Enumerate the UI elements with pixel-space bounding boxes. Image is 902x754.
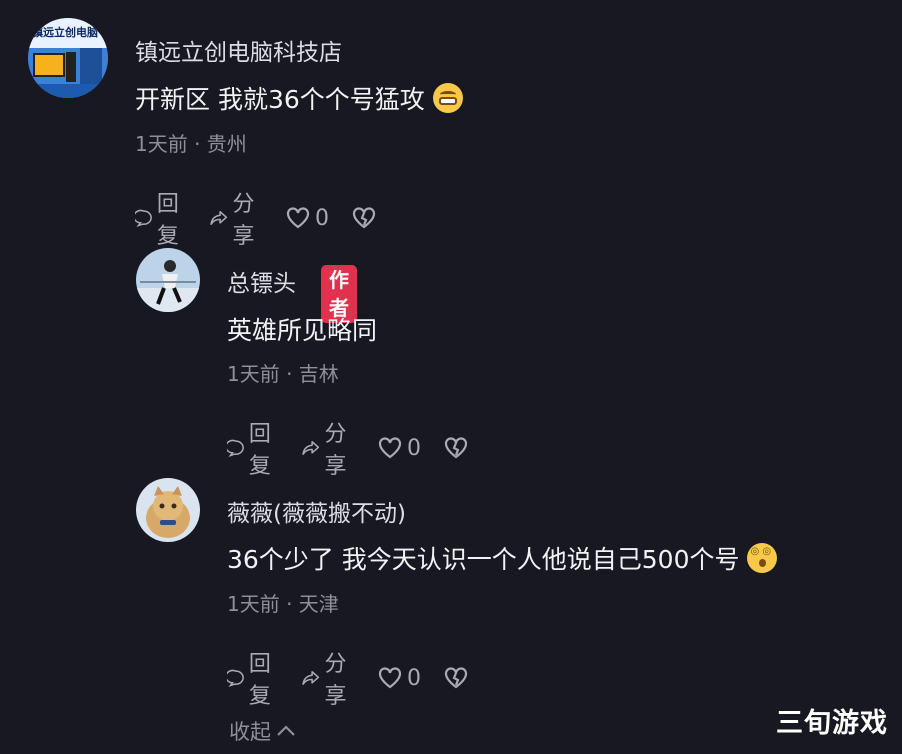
avatar[interactable]: 镇远立创电脑 <box>28 18 108 98</box>
avatar[interactable] <box>136 248 200 312</box>
comment-text-body: 开新区 我就36个个号猛攻 <box>135 85 425 114</box>
broken-heart-icon <box>444 437 468 459</box>
comment-meta: 1天前 · 吉林 <box>227 362 339 386</box>
collapse-label: 收起 <box>229 720 271 744</box>
share-label: 分享 <box>324 652 347 709</box>
reply-label: 回复 <box>248 652 271 709</box>
comment-meta: 1天前 · 贵州 <box>135 132 247 156</box>
username[interactable]: 薇薇(薇薇搬不动) <box>227 494 406 528</box>
comment-actions: 回复 分享 0 <box>135 186 399 250</box>
reply-button[interactable]: 回复 <box>227 416 279 480</box>
heart-icon <box>378 667 402 689</box>
grin-emoji <box>432 83 463 113</box>
share-label: 分享 <box>232 192 255 249</box>
comment-actions: 回复 分享 0 <box>227 416 491 480</box>
share-button[interactable]: 分享 <box>209 186 263 250</box>
comment-text: 36个少了 我今天认识一个人他说自己500个号 <box>227 540 778 576</box>
share-button[interactable]: 分享 <box>301 416 355 480</box>
share-arrow-icon <box>302 670 320 686</box>
chevron-up-icon <box>277 725 295 736</box>
like-count: 0 <box>315 205 330 231</box>
avatar-text: 镇远立创电脑 <box>32 26 98 39</box>
reply-button[interactable]: 回复 <box>135 186 187 250</box>
share-arrow-icon <box>302 440 320 456</box>
like-button[interactable]: 0 <box>285 206 329 231</box>
share-label: 分享 <box>324 422 347 479</box>
dislike-button[interactable] <box>443 436 469 460</box>
comment-bubble-icon <box>135 209 152 228</box>
dizzy-emoji <box>747 543 778 573</box>
share-arrow-icon <box>210 210 228 226</box>
comment-text: 开新区 我就36个个号猛攻 <box>135 80 463 116</box>
username[interactable]: 总镖头 <box>227 264 296 298</box>
heart-icon <box>378 437 402 459</box>
reply-label: 回复 <box>156 192 179 249</box>
like-button[interactable]: 0 <box>377 666 421 691</box>
broken-heart-icon <box>352 207 376 229</box>
like-count: 0 <box>407 665 422 691</box>
dislike-button[interactable] <box>351 206 377 230</box>
comment-bubble-icon <box>227 439 244 458</box>
reply-button[interactable]: 回复 <box>227 646 279 710</box>
comment-meta: 1天前 · 天津 <box>227 592 339 616</box>
avatar[interactable] <box>136 478 200 542</box>
comment-bubble-icon <box>227 669 244 688</box>
dislike-button[interactable] <box>443 666 469 690</box>
share-button[interactable]: 分享 <box>301 646 355 710</box>
comment-text: 英雄所见略同 <box>227 316 378 345</box>
watermark: 三旬游戏 <box>776 708 888 739</box>
comment-text-body: 36个少了 我今天认识一个人他说自己500个号 <box>227 545 740 574</box>
heart-icon <box>286 207 310 229</box>
collapse-replies-button[interactable]: 收起 <box>229 716 297 746</box>
reply-label: 回复 <box>248 422 271 479</box>
comment-actions: 回复 分享 0 <box>227 646 491 710</box>
like-count: 0 <box>407 435 422 461</box>
broken-heart-icon <box>444 667 468 689</box>
username[interactable]: 镇远立创电脑科技店 <box>135 33 342 67</box>
like-button[interactable]: 0 <box>377 436 421 461</box>
